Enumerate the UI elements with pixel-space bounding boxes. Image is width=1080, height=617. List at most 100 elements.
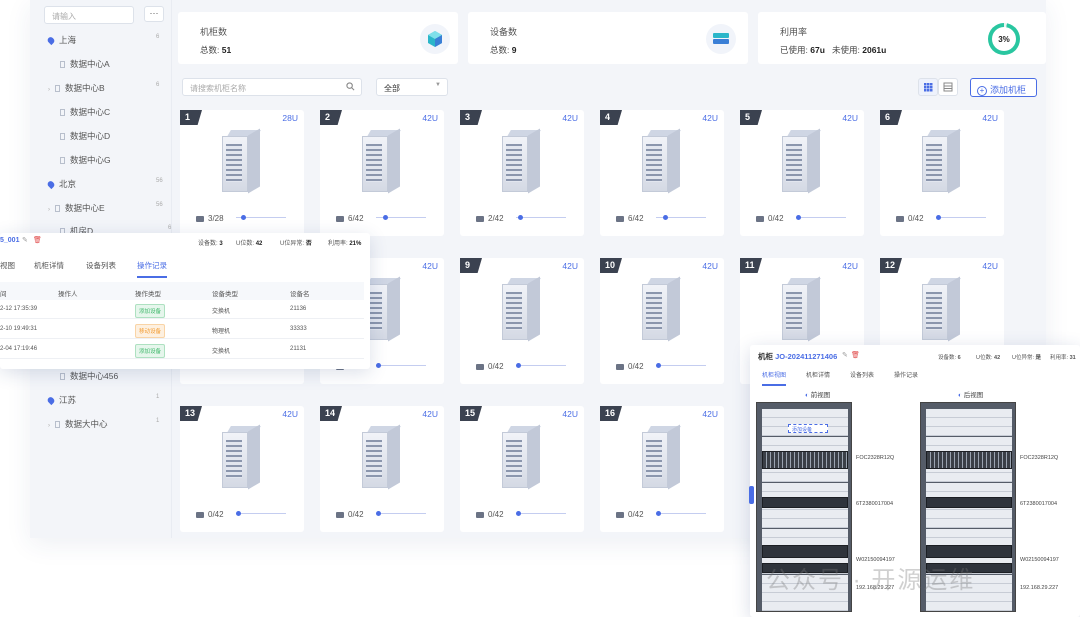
- tab-3[interactable]: 操作记录: [894, 370, 918, 379]
- device-label[interactable]: 192.168.29.227: [1020, 585, 1058, 591]
- rack-card[interactable]: 6 42U 0/42: [880, 110, 1004, 236]
- tree-item-label: 数据中心A: [70, 59, 110, 69]
- switch-device[interactable]: [926, 451, 1012, 469]
- tab-0[interactable]: 机柜视图: [762, 370, 787, 386]
- rack-number-badge: 11: [740, 258, 762, 273]
- rack-number-badge: 4: [600, 110, 622, 125]
- tree-item[interactable]: 数据中心A: [60, 58, 190, 70]
- rack-illustration: [922, 128, 964, 194]
- rack-usage-bar: [516, 215, 566, 220]
- rack-usage-text: 6/42: [348, 214, 364, 223]
- rack-filter-select[interactable]: 全部 ▼: [376, 78, 448, 96]
- chevron-right-icon[interactable]: ›: [48, 207, 50, 213]
- rack-name: 5_001: [0, 237, 20, 244]
- rack-usage: 0/42: [336, 510, 364, 519]
- rack-card[interactable]: 9 42U 0/42: [460, 258, 584, 384]
- tree-item[interactable]: › 数据中心B 6: [48, 82, 178, 94]
- edit-icon[interactable]: ✎: [842, 351, 848, 359]
- rack-usage-text: 0/42: [628, 510, 644, 519]
- tab-1[interactable]: 机柜详情: [34, 260, 64, 271]
- tree-item[interactable]: 上海 6: [46, 34, 178, 46]
- chevron-right-icon[interactable]: ›: [48, 423, 50, 429]
- switch-device[interactable]: [762, 497, 848, 508]
- table-header: 间 操作人 操作类型 设备类型 设备名: [0, 282, 364, 300]
- list-view-button[interactable]: [938, 78, 958, 96]
- tree-item[interactable]: 数据中心456: [60, 370, 190, 382]
- delete-icon[interactable]: 🗑: [851, 351, 860, 359]
- rack-number-badge: 9: [460, 258, 482, 273]
- file-icon: [60, 373, 65, 381]
- device-label[interactable]: FOC2328R12Q: [1020, 455, 1058, 461]
- column-header: 设备名: [290, 291, 310, 298]
- rack-illustration: [922, 276, 964, 342]
- rack-stat-label: U位异常:: [1012, 355, 1035, 361]
- rack-number-badge: 14: [320, 406, 342, 421]
- tree-item[interactable]: 江苏 1: [46, 394, 178, 406]
- chevron-right-icon[interactable]: ›: [48, 87, 50, 93]
- edit-icon[interactable]: ✎: [22, 236, 28, 244]
- file-icon: [60, 133, 65, 141]
- server-device[interactable]: [926, 545, 1012, 558]
- location-icon: [46, 396, 56, 406]
- switch-device[interactable]: [926, 497, 1012, 508]
- rack-card[interactable]: 16 42U 0/42: [600, 406, 724, 532]
- tab-2[interactable]: 设备列表: [850, 370, 874, 379]
- grid-view-button[interactable]: [918, 78, 938, 96]
- delete-icon[interactable]: 🗑: [33, 236, 42, 244]
- tree-item[interactable]: › 数据中心E 56: [48, 202, 178, 214]
- device-label[interactable]: FOC2328R12Q: [856, 455, 894, 461]
- add-rack-button[interactable]: + 添加机柜: [970, 78, 1037, 97]
- rack-usage-dot: [663, 215, 669, 220]
- file-icon: [60, 157, 65, 165]
- rack-unit-slot: [762, 602, 848, 612]
- file-icon: [55, 85, 60, 93]
- rack-number-badge: 2: [320, 110, 342, 125]
- rack-card[interactable]: 5 42U 0/42: [740, 110, 864, 236]
- server-device[interactable]: [762, 545, 848, 558]
- rack-usage-dot: [516, 363, 521, 368]
- table-row[interactable]: 2-10 19:49:31 移动设备 物理机 33333: [0, 320, 364, 339]
- rack-search-input[interactable]: 请搜索机柜名称: [182, 78, 362, 96]
- add-device-slot[interactable]: 添加设备: [788, 424, 828, 433]
- rack-usage-dot: [383, 215, 389, 220]
- rack-unit-slot: [926, 482, 1012, 492]
- rack-capacity: 42U: [982, 261, 998, 271]
- rack-card[interactable]: 1 28U 3/28: [180, 110, 304, 236]
- rack-number-badge: 1: [180, 110, 202, 125]
- tree-item[interactable]: 数据中心C: [60, 106, 190, 118]
- rack-card[interactable]: 2 42U 6/42: [320, 110, 444, 236]
- rack-card[interactable]: 3 42U 2/42: [460, 110, 584, 236]
- stat-card-usage: 利用率 已使用: 67u 未使用: 2061u 3%: [758, 12, 1046, 64]
- rack-capacity: 42U: [702, 113, 718, 123]
- rack-stat: 设备数: 6: [938, 353, 961, 361]
- rack-usage-bar: [376, 511, 426, 516]
- device-label[interactable]: 6T2380017004: [1020, 501, 1057, 507]
- rack-capacity: 42U: [982, 113, 998, 123]
- panel-collapse-handle[interactable]: [749, 486, 754, 504]
- switch-device[interactable]: [762, 451, 848, 469]
- device-label[interactable]: 6T2380017004: [856, 501, 893, 507]
- rack-card[interactable]: 15 42U 0/42: [460, 406, 584, 532]
- table-row[interactable]: 2-04 17:19:46 添加设备 交换机 21131: [0, 340, 364, 359]
- sidebar-search-input[interactable]: 请输入: [44, 6, 134, 24]
- tree-item[interactable]: 北京 56: [46, 178, 178, 190]
- tab-2[interactable]: 设备列表: [86, 260, 116, 271]
- rack-unit-slot: [926, 436, 1012, 446]
- more-button[interactable]: ···: [144, 6, 164, 22]
- rack-card[interactable]: 4 42U 6/42: [600, 110, 724, 236]
- rack-unit-slot: [926, 602, 1012, 612]
- tab-0[interactable]: 视图: [0, 260, 15, 271]
- table-row[interactable]: 2-12 17:35:39 添加设备 交换机 21136: [0, 300, 364, 319]
- tab-1[interactable]: 机柜详情: [806, 370, 830, 379]
- device-label[interactable]: W02150094197: [1020, 557, 1059, 563]
- tab-3[interactable]: 操作记录: [137, 260, 167, 278]
- rack-usage-bar: [656, 215, 706, 220]
- tree-item[interactable]: 数据中心D: [60, 130, 190, 142]
- rack-usage: 0/42: [756, 214, 784, 223]
- tree-item[interactable]: 数据中心G: [60, 154, 190, 166]
- rack-card[interactable]: 14 42U 0/42: [320, 406, 444, 532]
- usage-percent: 3%: [992, 27, 1016, 51]
- tree-item[interactable]: › 数据大中心 1: [48, 418, 178, 430]
- rack-card[interactable]: 10 42U 0/42: [600, 258, 724, 384]
- rack-card[interactable]: 13 42U 0/42: [180, 406, 304, 532]
